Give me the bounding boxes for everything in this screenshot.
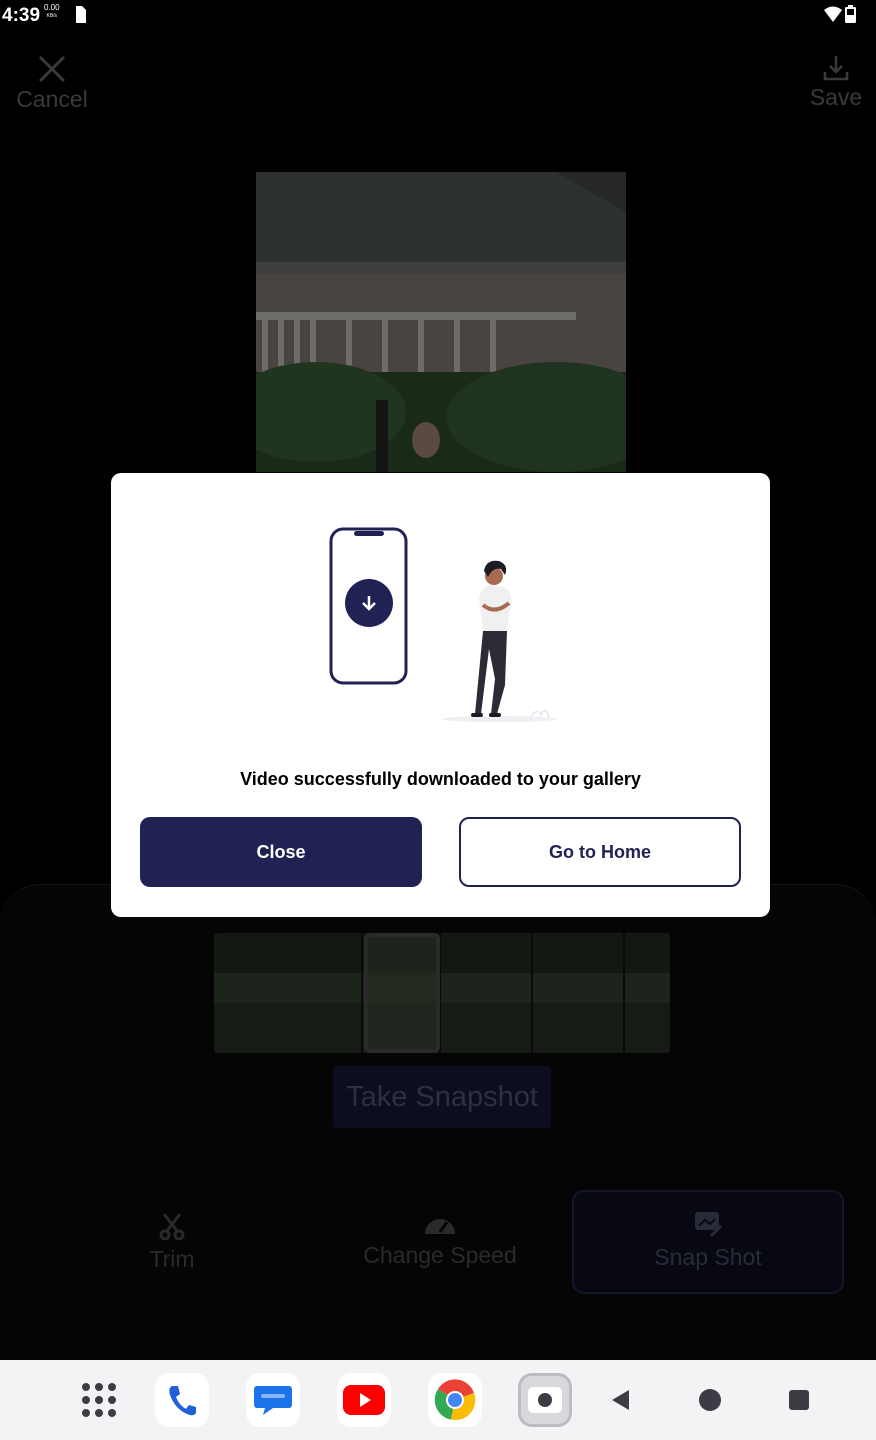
snap-shot-label: Snap Shot [654, 1244, 762, 1270]
phone-app[interactable] [155, 1373, 209, 1427]
video-frame-image [256, 172, 626, 472]
snap-shot-tool-button[interactable]: Snap Shot [572, 1190, 844, 1294]
navigation-bar [0, 1360, 876, 1440]
screen-recorder-app[interactable] [518, 1373, 572, 1427]
youtube-app[interactable] [337, 1373, 391, 1427]
home-button[interactable] [692, 1382, 728, 1418]
take-snapshot-button[interactable]: Take Snapshot [333, 1066, 551, 1128]
go-to-home-button[interactable]: Go to Home [459, 817, 741, 887]
back-icon [612, 1390, 629, 1410]
snapshot-image-icon [695, 1212, 723, 1238]
wifi-icon [824, 6, 842, 22]
recents-button[interactable] [781, 1382, 817, 1418]
timeline-thumbnails [214, 933, 670, 1053]
phone-icon [169, 1386, 196, 1416]
battery-icon [845, 5, 856, 23]
screen-recorder-icon [528, 1387, 562, 1413]
messages-app[interactable] [246, 1373, 300, 1427]
video-preview[interactable] [256, 172, 626, 472]
chrome-app[interactable] [428, 1373, 482, 1427]
dialog-message: Video successfully downloaded to your ga… [240, 769, 641, 789]
change-speed-label: Change Speed [363, 1242, 517, 1268]
status-bar: 4:39 0.00 KB/s [0, 0, 876, 34]
back-button[interactable] [602, 1382, 638, 1418]
network-speed-value: 0.00 [44, 3, 60, 12]
download-icon-badge [345, 579, 393, 627]
timeline-strip[interactable] [214, 933, 670, 1053]
change-speed-tool-button[interactable]: Change Speed [340, 1190, 540, 1294]
app-drawer-button[interactable] [72, 1373, 126, 1427]
download-arrow-icon [362, 596, 376, 611]
chrome-icon [434, 1379, 476, 1421]
download-success-dialog: Video successfully downloaded to your ga… [111, 473, 770, 917]
timeline-selection-handle[interactable] [364, 933, 440, 1053]
cancel-button[interactable]: Cancel [14, 54, 90, 113]
recents-icon [789, 1390, 809, 1410]
home-icon [699, 1389, 721, 1411]
save-download-icon [823, 56, 849, 81]
messages-icon [254, 1386, 292, 1415]
trim-label: Trim [149, 1246, 195, 1272]
save-button[interactable]: Save [804, 54, 868, 111]
cancel-label: Cancel [16, 86, 88, 112]
close-button[interactable]: Close [140, 817, 422, 887]
scissors-icon [159, 1213, 185, 1240]
network-speed: 0.00 KB/s [44, 4, 60, 20]
trim-tool-button[interactable]: Trim [102, 1190, 242, 1294]
save-label: Save [809, 84, 863, 110]
speedometer-icon [425, 1219, 455, 1234]
app-drawer-icon [82, 1383, 116, 1417]
close-icon [38, 55, 66, 83]
sim-icon [76, 6, 86, 23]
status-time: 4:39 [2, 5, 41, 26]
network-speed-unit: KB/s [46, 13, 58, 19]
youtube-icon [343, 1385, 385, 1415]
